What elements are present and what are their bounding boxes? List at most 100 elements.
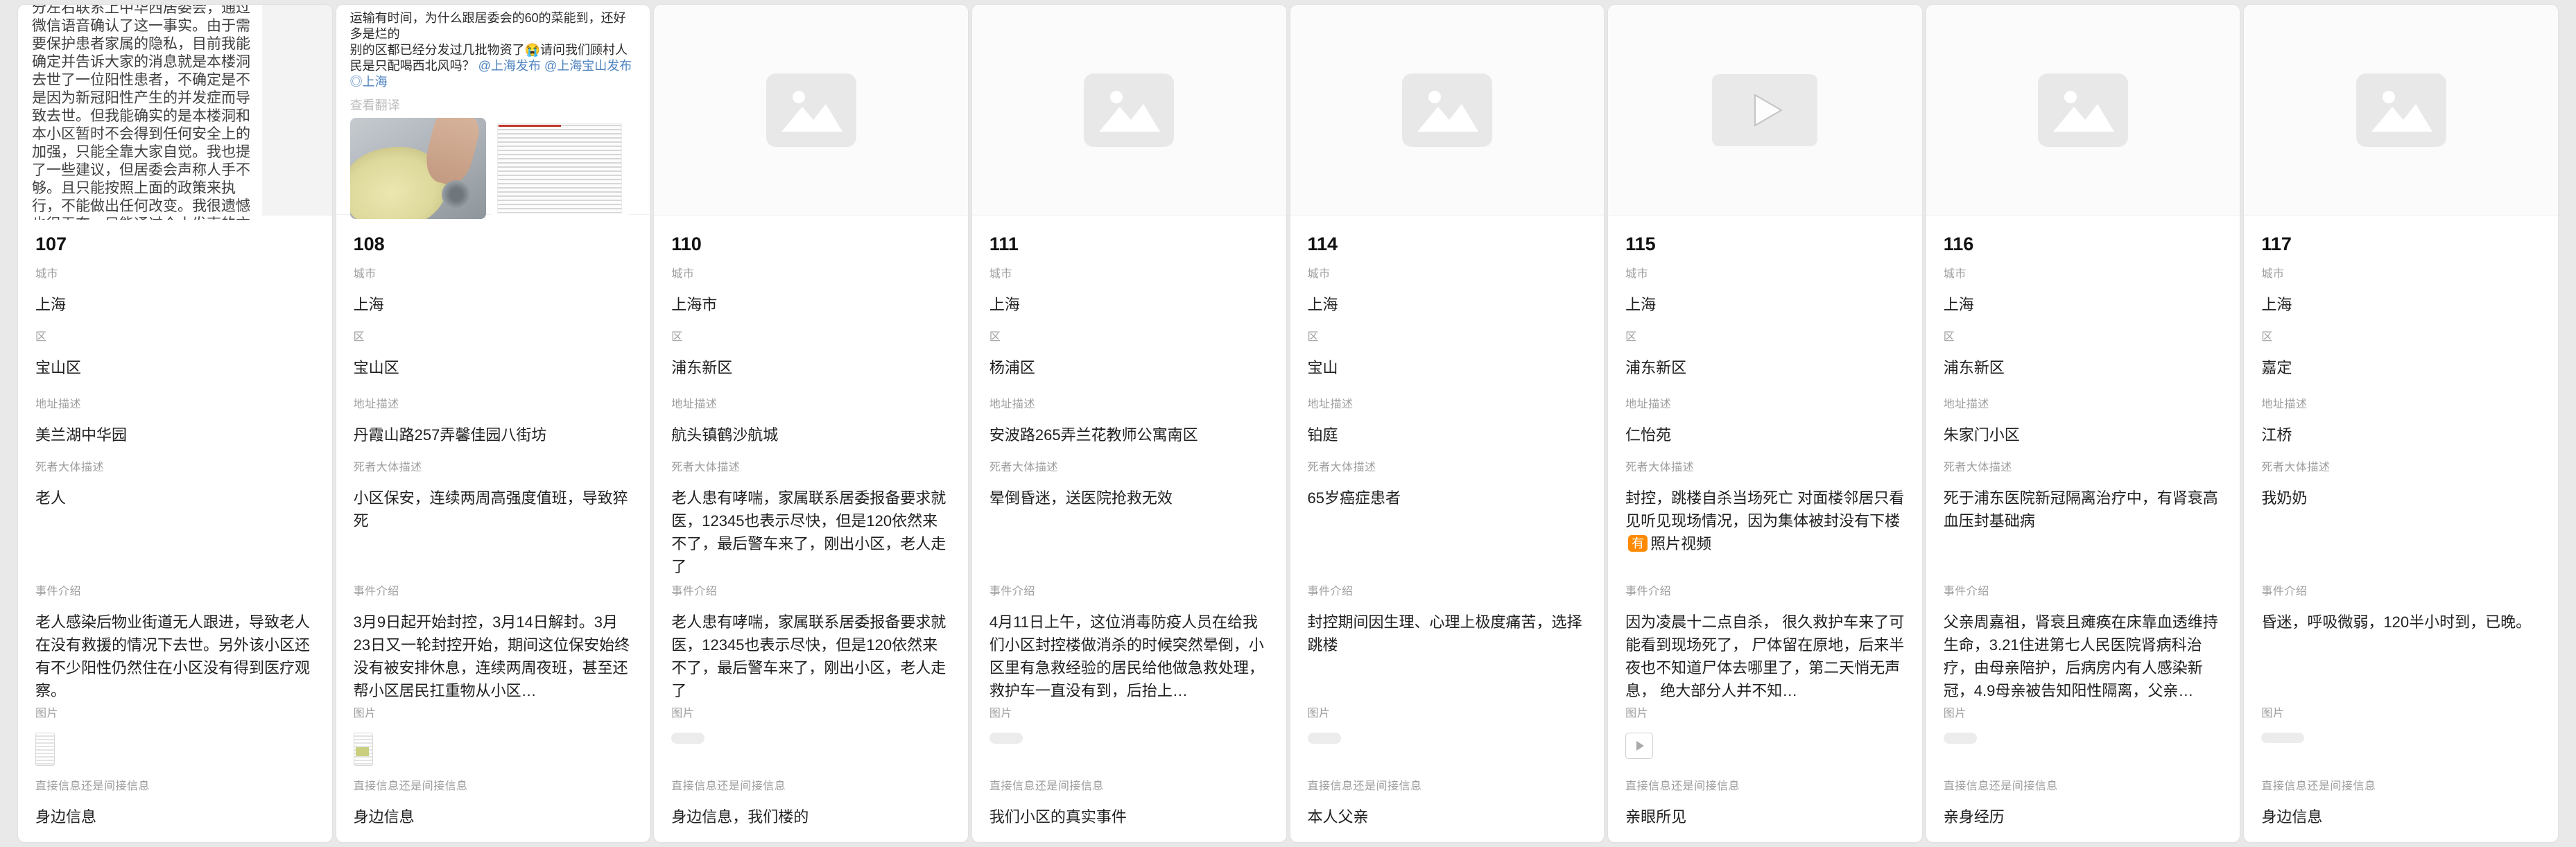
record-card-117[interactable]: 117 城市上海 区嘉定 地址描述江桥 死者大体描述我奶奶 事件介绍昏迷，呼吸微… (2244, 5, 2558, 842)
field-value-deceased: 老人患有哮喘，家属联系居委报备要求就医，12345也表示尽快，但是120依然来不… (671, 487, 951, 578)
field-value-district: 杨浦区 (989, 356, 1269, 379)
chat-screenshot-text: 分左右联系上中华西居委会，通过微信语音确认了这一事实。由于需要保护患者家属的隐私… (18, 5, 262, 220)
card-cover-empty[interactable] (2244, 5, 2558, 216)
card-cover-video[interactable] (1608, 5, 1922, 216)
field-value-city: 上海 (2261, 293, 2541, 316)
field-label-event: 事件介绍 (35, 585, 315, 599)
field-label-direct: 直接信息还是间接信息 (2261, 780, 2541, 794)
field-value-city: 上海 (35, 293, 315, 316)
card-cover-empty[interactable] (1290, 5, 1605, 216)
field-label-address: 地址描述 (35, 398, 315, 412)
field-label-direct: 直接信息还是间接信息 (354, 780, 633, 794)
card-cover-empty[interactable] (1926, 5, 2240, 216)
field-label-direct: 直接信息还是间接信息 (989, 780, 1269, 794)
field-label-event: 事件介绍 (1944, 585, 2223, 599)
screenshot-thumbnail[interactable] (354, 733, 373, 766)
field-label-event: 事件介绍 (671, 585, 951, 599)
card-cover-empty[interactable] (654, 5, 968, 216)
record-number: 108 (354, 234, 633, 255)
field-value-district: 浦东新区 (671, 356, 951, 379)
has-media-badge: 有 (1628, 535, 1648, 552)
field-value-event: 老人感染后物业街道无人跟进，导致老人在没有救援的情况下去世。另外该小区还有不少阳… (35, 611, 315, 702)
translate-link[interactable]: 查看翻译 (350, 96, 637, 114)
record-number: 115 (1625, 234, 1905, 255)
location-link-shanghai[interactable]: ◎上海 (350, 75, 388, 89)
image-thumbnail[interactable] (671, 733, 704, 744)
tweet-images (350, 118, 637, 219)
record-number: 111 (989, 234, 1269, 255)
mention-link-baoshan-fabu[interactable]: @上海宝山发布 (544, 59, 632, 73)
image-thumbnail[interactable] (989, 733, 1023, 744)
card-cover-tweet-screenshot[interactable]: 运输有时间，为什么跟居委会的60的菜能到，还好多是烂的 别的区都已经分发过几批物… (336, 5, 650, 215)
card-cover-chat-screenshot[interactable]: 分左右联系上中华西居委会，通过微信语音确认了这一事实。由于需要保护患者家属的隐私… (18, 5, 332, 216)
field-value-district: 宝山区 (35, 356, 315, 379)
field-label-direct: 直接信息还是间接信息 (1308, 780, 1587, 794)
field-label-address: 地址描述 (1625, 398, 1905, 412)
field-label-deceased: 死者大体描述 (35, 461, 315, 475)
article-text-screenshot[interactable] (492, 118, 628, 219)
field-label-city: 城市 (1625, 268, 1905, 281)
field-value-city: 上海 (1625, 293, 1905, 316)
field-value-event: 封控期间因生理、心理上极度痛苦，选择跳楼 (1308, 611, 1587, 656)
field-value-address: 江桥 (2261, 424, 2541, 446)
field-value-direct: 身边信息 (354, 805, 633, 828)
field-label-address: 地址描述 (1308, 398, 1587, 412)
field-label-event: 事件介绍 (354, 585, 633, 599)
field-value-district: 嘉定 (2261, 356, 2541, 379)
field-label-direct: 直接信息还是间接信息 (1944, 780, 2223, 794)
field-label-deceased: 死者大体描述 (1625, 461, 1905, 475)
field-value-direct: 身边信息，我们楼的 (671, 805, 951, 828)
screenshot-thumbnail[interactable] (35, 733, 55, 766)
field-label-event: 事件介绍 (989, 585, 1269, 599)
field-value-deceased: 老人 (35, 487, 315, 509)
rotten-cabbage-photo[interactable] (350, 118, 486, 219)
record-card-115[interactable]: 115 城市上海 区浦东新区 地址描述仁怡苑 死者大体描述 封控，跳楼自杀当场死… (1608, 5, 1922, 842)
field-value-address: 铂庭 (1308, 424, 1587, 446)
field-value-city: 上海市 (671, 293, 951, 316)
video-thumbnail[interactable] (1625, 733, 1653, 759)
field-label-event: 事件介绍 (2261, 585, 2541, 599)
record-number: 117 (2261, 234, 2541, 255)
field-value-event: 4月11日上午，这位消毒防疫人员在给我们小区封控楼做消杀的时候突然晕倒，小区里有… (989, 611, 1269, 702)
record-card-108[interactable]: 运输有时间，为什么跟居委会的60的菜能到，还好多是烂的 别的区都已经分发过几批物… (336, 5, 650, 842)
field-value-deceased: 死于浦东医院新冠隔离治疗中，有肾衰高血压封基础病 (1944, 487, 2223, 532)
field-label-direct: 直接信息还是间接信息 (1625, 780, 1905, 794)
image-thumbnail[interactable] (1944, 733, 1977, 744)
field-value-event: 3月9日起开始封控，3月14日解封。3月23日又一轮封控开始，期间这位保安始终没… (354, 611, 633, 702)
field-label-deceased: 死者大体描述 (354, 461, 633, 475)
field-label-district: 区 (1625, 331, 1905, 344)
field-label-district: 区 (1944, 331, 2223, 344)
field-label-deceased: 死者大体描述 (671, 461, 951, 475)
field-label-direct: 直接信息还是间接信息 (35, 780, 315, 794)
field-label-deceased: 死者大体描述 (1944, 461, 2223, 475)
field-label-district: 区 (1308, 331, 1587, 344)
field-value-address: 朱家门小区 (1944, 424, 2223, 446)
field-value-direct: 我们小区的真实事件 (989, 805, 1269, 828)
record-card-107[interactable]: 分左右联系上中华西居委会，通过微信语音确认了这一事实。由于需要保护患者家属的隐私… (18, 5, 332, 842)
field-value-city: 上海 (1308, 293, 1587, 316)
field-value-address: 丹霞山路257弄馨佳园八街坊 (354, 424, 633, 446)
field-label-city: 城市 (1944, 268, 2223, 281)
field-label-district: 区 (989, 331, 1269, 344)
field-label-event: 事件介绍 (1625, 585, 1905, 599)
image-placeholder-icon (766, 73, 856, 147)
field-value-deceased: 我奶奶 (2261, 487, 2541, 509)
field-value-district: 浦东新区 (1944, 356, 2223, 379)
field-value-direct: 亲眼所见 (1625, 805, 1905, 828)
field-label-district: 区 (671, 331, 951, 344)
field-value-district: 浦东新区 (1625, 356, 1905, 379)
mention-link-shanghai-fabu[interactable]: @上海发布 (478, 59, 541, 73)
field-value-city: 上海 (1944, 293, 2223, 316)
record-card-111[interactable]: 111 城市上海 区杨浦区 地址描述安波路265弄兰花教师公寓南区 死者大体描述… (972, 5, 1286, 842)
image-thumbnail[interactable] (2261, 733, 2304, 743)
record-card-110[interactable]: 110 城市上海市 区浦东新区 地址描述航头镇鹤沙航城 死者大体描述老人患有哮喘… (654, 5, 968, 842)
record-card-116[interactable]: 116 城市上海 区浦东新区 地址描述朱家门小区 死者大体描述死于浦东医院新冠隔… (1926, 5, 2240, 842)
record-card-114[interactable]: 114 城市上海 区宝山 地址描述铂庭 死者大体描述65岁癌症患者 事件介绍封控… (1290, 5, 1605, 842)
card-cover-empty[interactable] (972, 5, 1286, 216)
field-value-address: 美兰湖中华园 (35, 424, 315, 446)
field-label-city: 城市 (354, 268, 633, 281)
field-value-address: 仁怡苑 (1625, 424, 1905, 446)
image-thumbnail[interactable] (1308, 733, 1341, 744)
field-value-direct: 亲身经历 (1944, 805, 2223, 828)
field-value-direct: 本人父亲 (1308, 805, 1587, 828)
